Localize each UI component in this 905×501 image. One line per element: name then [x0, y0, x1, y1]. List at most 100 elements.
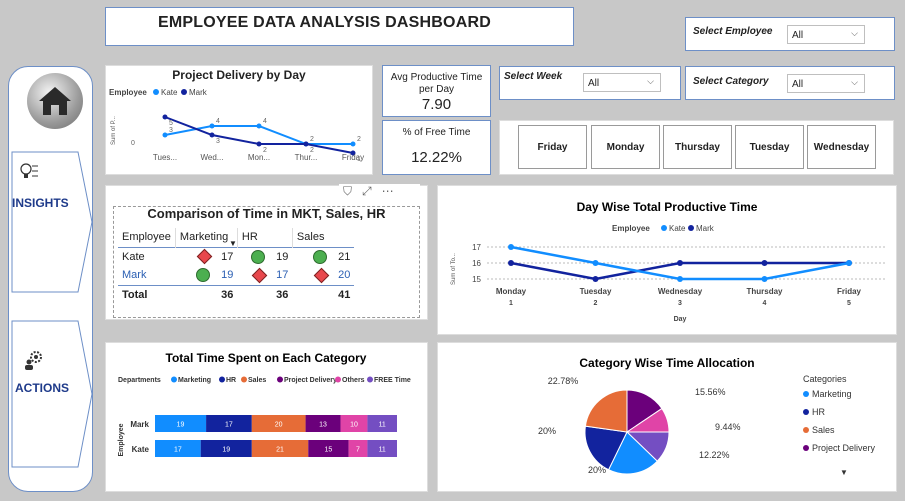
slice-label: 12.22%	[699, 450, 730, 460]
x-tick-label: Thursday	[746, 287, 783, 296]
nav-actions-label[interactable]: ACTIONS	[15, 381, 69, 395]
y-axis-label: Sum of To...	[451, 253, 457, 285]
week-dropdown[interactable]: All ⌵	[583, 73, 661, 92]
data-point	[592, 260, 599, 266]
data-point	[162, 114, 168, 120]
hr-cell: 17	[237, 266, 292, 285]
chart-title: Total Time Spent on Each Category	[166, 351, 367, 365]
legend-label: FREE Time	[374, 377, 411, 384]
table-row: Kate 17 19 21	[118, 247, 354, 266]
bar-value-label: 20	[275, 422, 283, 429]
data-point	[761, 276, 768, 282]
col-header[interactable]: Sales	[291, 228, 355, 247]
y-tick-label: 15	[472, 275, 481, 284]
chevron-down-icon: ⌵	[851, 28, 858, 38]
col-header[interactable]: Employee	[118, 228, 175, 247]
slice-label: 15.56%	[695, 387, 726, 397]
bar-value-label: 13	[319, 422, 327, 429]
col-header[interactable]: HR	[236, 228, 293, 247]
bar-value-label: 11	[379, 422, 386, 429]
free-time-kpi-card: % of Free Time 12.22%	[382, 120, 491, 175]
home-icon	[39, 87, 71, 115]
category-label: Mark	[130, 420, 149, 429]
bulb-icon	[18, 160, 40, 187]
day-button-tuesday[interactable]: Tuesday	[735, 125, 804, 169]
x-tick-label: Monday	[496, 287, 527, 296]
free-time-value: 12.22%	[411, 149, 462, 166]
legend-label: Sales	[812, 425, 835, 435]
legend-label: Marketing	[178, 377, 211, 384]
chevron-down-icon: ⌵	[647, 76, 654, 86]
x-tick-label: Wed...	[201, 153, 224, 162]
project-delivery-chart: Employee Kate MarkSum of P... 034 42 2532 21Tu…	[109, 88, 364, 163]
data-point	[256, 141, 262, 147]
total-sales: 41	[338, 288, 351, 301]
total-time-category-chart: Total Time Spent on Each Category Departm…	[118, 351, 411, 457]
day-button-friday[interactable]: Friday	[518, 125, 587, 169]
legend-marker	[803, 445, 809, 451]
comparison-table-title: Comparison of Time in MKT, Sales, HR	[147, 206, 386, 221]
day-button-monday[interactable]: Monday	[591, 125, 660, 169]
employee-cell: Kate	[122, 250, 145, 263]
bar-value-label: 7	[356, 447, 360, 454]
status-diamond-icon	[313, 267, 330, 284]
focus-mode-icon[interactable]: ⤢	[362, 184, 372, 203]
nav-insights-label[interactable]: INSIGHTS	[12, 196, 69, 210]
day-wise-productive-chart: Day Wise Total Productive Time Employee Ka…	[451, 200, 885, 323]
home-button[interactable]	[27, 73, 83, 129]
legend-title: Departments	[118, 377, 161, 384]
y-axis-label: Sum of P...	[111, 116, 117, 145]
legend-label: Project Delivery	[284, 377, 337, 384]
filter-icon[interactable]: ⛉	[343, 184, 352, 203]
legend-title: Employee	[612, 224, 650, 233]
slice-label: 22.78%	[548, 376, 579, 386]
legend-label: Marketing	[812, 389, 852, 399]
data-point	[508, 244, 514, 250]
week-slicer: Select Week All ⌵	[499, 66, 681, 100]
x-tick-label: Tuesday	[580, 287, 612, 296]
more-options-icon[interactable]: ⋯	[382, 184, 394, 203]
legend-marker	[277, 376, 283, 383]
bar-value-label: 19	[177, 422, 185, 429]
data-label: 3	[169, 127, 173, 134]
status-circle-icon	[313, 249, 328, 264]
data-point	[761, 260, 768, 266]
day-button-thursday[interactable]: Thursday	[663, 125, 732, 169]
legend-label: Project Delivery	[812, 443, 876, 453]
legend-marker	[803, 391, 809, 397]
data-point	[256, 123, 262, 129]
data-point	[162, 132, 168, 138]
employee-dropdown[interactable]: All ⌵	[787, 25, 865, 44]
legend-label: Mark	[696, 224, 715, 233]
data-point	[209, 123, 215, 129]
table-total-row: Total 36 36 41	[118, 285, 354, 304]
chart-title: Category Wise Time Allocation	[579, 356, 754, 370]
day-button-wednesday[interactable]: Wednesday	[807, 125, 876, 169]
sort-desc-icon[interactable]: ▼	[229, 239, 237, 248]
data-point	[209, 132, 215, 138]
legend-label: HR	[226, 377, 236, 384]
data-label: 5	[169, 120, 173, 127]
total-hr: 36	[276, 288, 289, 301]
legend-marker	[688, 225, 694, 231]
legend-label: Kate	[669, 224, 686, 233]
data-point	[350, 141, 356, 147]
sales-cell: 21	[292, 247, 354, 266]
category-slicer: Select Category All ⌵	[685, 66, 895, 100]
pie-slice	[584, 389, 628, 433]
employee-slicer: Select Employee All ⌵	[685, 17, 895, 51]
avg-productive-label: Avg Productive Time per Day	[390, 72, 483, 95]
status-circle-icon	[196, 268, 211, 283]
y-axis-label: Employee	[118, 423, 125, 456]
status-diamond-icon	[251, 267, 268, 284]
hr-cell: 19	[237, 247, 292, 266]
x-tick-label: Tues...	[153, 153, 177, 162]
legend-marker	[153, 89, 159, 95]
sales-cell: 20	[292, 266, 354, 285]
bar-value-label: 17	[174, 447, 182, 454]
category-dropdown[interactable]: All ⌵	[787, 74, 865, 93]
chart-title: Day Wise Total Productive Time	[577, 200, 758, 214]
week-dropdown-value: All	[588, 78, 600, 89]
data-label: 2	[310, 136, 314, 143]
x-tick-number: 3	[678, 300, 682, 307]
